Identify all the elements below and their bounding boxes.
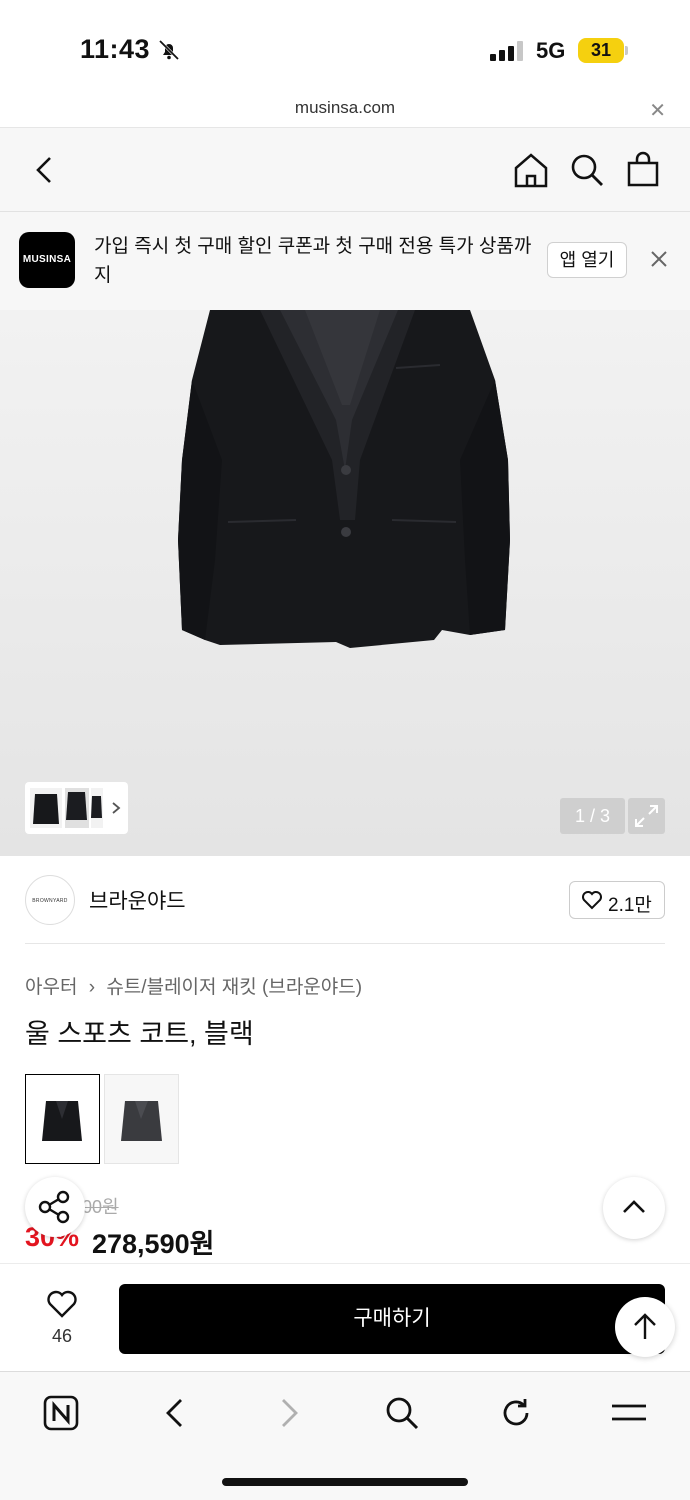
collapse-button[interactable] <box>603 1177 665 1239</box>
search-icon[interactable] <box>568 150 606 195</box>
search-icon[interactable] <box>383 1394 421 1437</box>
original-price: 00원 <box>82 1197 119 1217</box>
product-title: 울 스포츠 코트, 블랙 <box>25 1019 254 1049</box>
url-bar[interactable]: musinsa.com ✕ <box>0 96 690 128</box>
back-icon[interactable] <box>156 1394 194 1437</box>
naver-icon[interactable] <box>42 1394 80 1437</box>
breadcrumb-category[interactable]: 아우터 <box>25 977 77 998</box>
signal-icon <box>490 41 524 66</box>
buy-button[interactable]: 구매하기 <box>119 1284 665 1354</box>
top-nav <box>0 128 690 212</box>
url-text: musinsa.com <box>294 98 396 117</box>
image-counter: 1 / 3 <box>560 798 625 834</box>
forward-icon[interactable] <box>270 1394 308 1437</box>
jacket-illustration <box>178 310 510 648</box>
chevron-right-icon: › <box>88 977 96 998</box>
brand-like-button[interactable]: 2.1만 <box>569 881 665 919</box>
product-image[interactable] <box>0 310 690 856</box>
home-icon[interactable] <box>512 150 550 195</box>
battery-tip <box>625 46 628 55</box>
refresh-icon[interactable] <box>497 1394 535 1437</box>
color-option-charcoal[interactable] <box>104 1074 179 1164</box>
open-app-button[interactable]: 앱 열기 <box>547 242 627 278</box>
app-install-banner: MUSINSA 가입 즉시 첫 구매 할인 쿠폰과 첫 구매 전용 특가 상품까… <box>0 212 690 310</box>
color-option-black[interactable] <box>25 1074 100 1164</box>
cart-icon[interactable] <box>625 150 663 195</box>
share-icon <box>38 1190 70 1224</box>
arrow-up-icon <box>634 1313 656 1339</box>
banner-text: 가입 즉시 첫 구매 할인 쿠폰과 첫 구매 전용 특가 상품까지 <box>94 236 532 286</box>
network-type: 5G <box>536 38 566 63</box>
back-arrow-icon[interactable] <box>30 150 60 195</box>
menu-icon[interactable] <box>610 1394 648 1437</box>
scroll-top-button[interactable] <box>615 1297 675 1357</box>
breadcrumb-subcategory[interactable]: 슈트/블레이저 재킷 (브라운야드) <box>106 977 362 998</box>
expand-icon[interactable] <box>628 798 665 834</box>
battery-level: 31 <box>578 38 624 63</box>
heart-icon <box>582 891 602 910</box>
close-icon[interactable]: ✕ <box>649 98 666 123</box>
status-time: 11:43 <box>80 34 151 64</box>
chevron-up-icon <box>623 1200 645 1213</box>
brand-row[interactable]: BROWNYARD 브라운야드 2.1만 <box>0 856 690 944</box>
divider <box>25 943 665 944</box>
like-count: 46 <box>51 1326 73 1346</box>
heart-icon[interactable] <box>45 1288 79 1325</box>
status-bar: 11:43 5G 31 <box>0 0 690 96</box>
sale-price: 278,590원 <box>92 1229 215 1259</box>
bell-muted-icon <box>157 38 181 67</box>
share-button[interactable] <box>25 1177 85 1237</box>
brand-like-count: 2.1만 <box>608 895 652 916</box>
brand-name[interactable]: 브라운야드 <box>89 885 186 915</box>
breadcrumb: 아우터 › 슈트/블레이저 재킷 (브라운야드) <box>25 972 368 999</box>
close-icon[interactable] <box>648 248 670 275</box>
brand-logo[interactable]: BROWNYARD <box>25 875 75 925</box>
image-thumbnails[interactable] <box>25 782 128 834</box>
purchase-bar: 46 구매하기 <box>0 1263 690 1371</box>
home-indicator <box>222 1478 468 1486</box>
musinsa-logo: MUSINSA <box>19 232 75 288</box>
